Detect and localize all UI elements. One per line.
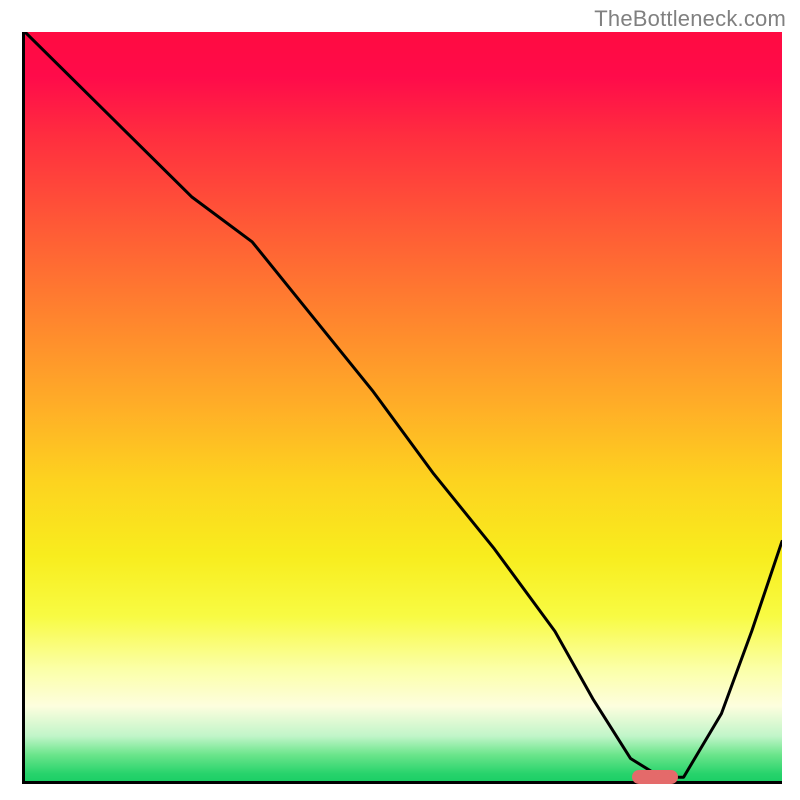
chart-container: TheBottleneck.com: [0, 0, 800, 800]
plot-area: [22, 32, 782, 784]
highlight-marker: [632, 770, 678, 784]
watermark-text: TheBottleneck.com: [594, 6, 786, 32]
curve-line: [25, 32, 782, 777]
curve-svg: [25, 32, 782, 781]
